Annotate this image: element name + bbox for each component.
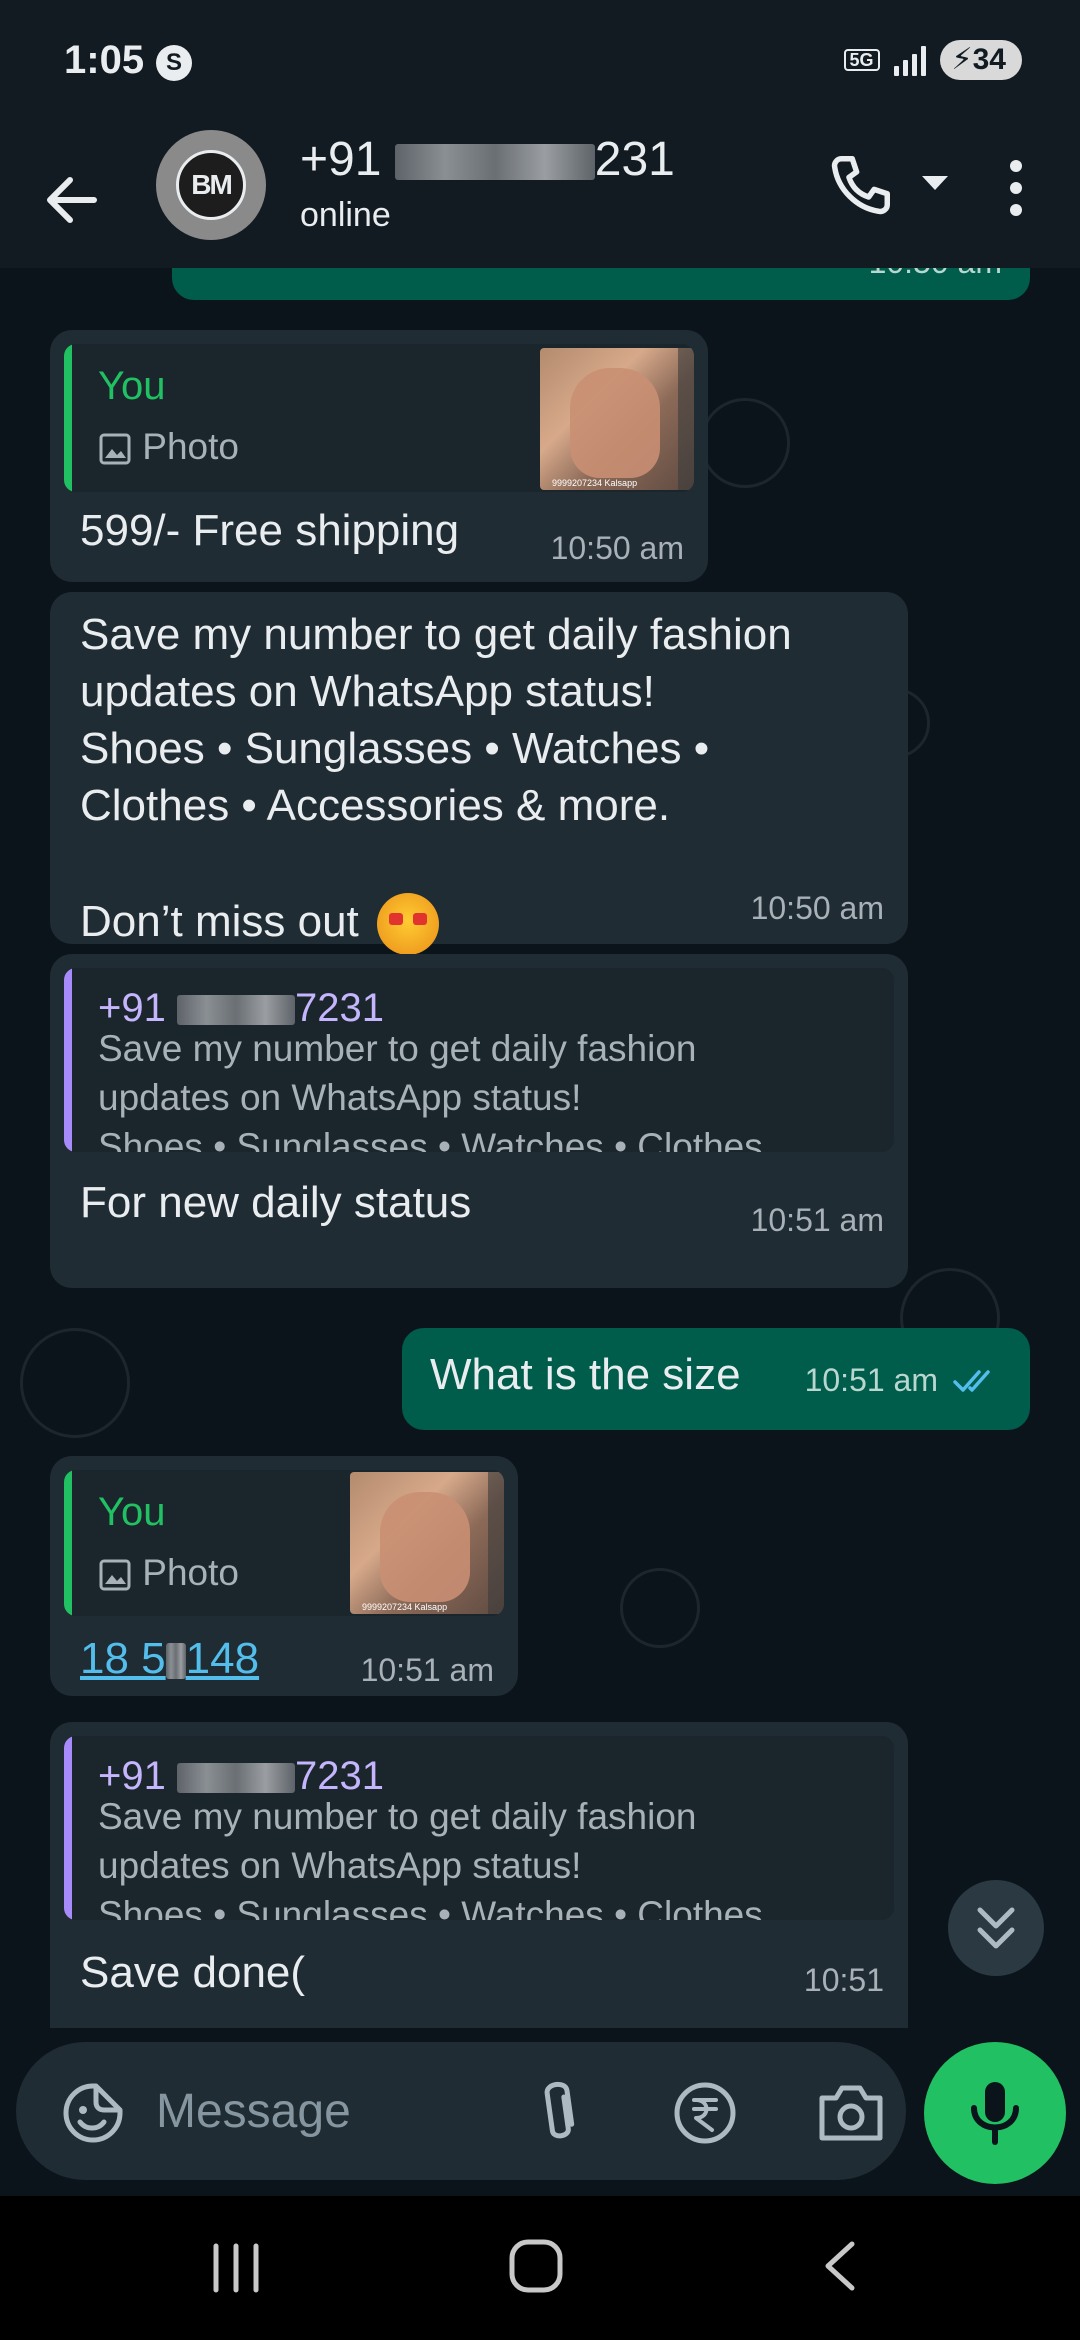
chat-header: BM +91 231 online bbox=[0, 128, 1080, 268]
call-dropdown-icon[interactable] bbox=[918, 168, 952, 198]
double-check-read-icon bbox=[953, 1370, 990, 1392]
message-bubble-incoming[interactable]: You Photo 9999207234 Kalsapp 18 5 148 10:… bbox=[50, 1456, 518, 1696]
more-options-icon[interactable] bbox=[996, 156, 1036, 220]
voice-record-button[interactable] bbox=[924, 2042, 1066, 2184]
photo-icon bbox=[99, 433, 131, 465]
message-text: What is the size bbox=[430, 1350, 741, 1399]
message-time: 10:51 am bbox=[804, 1362, 938, 1398]
message-text: Save done( bbox=[80, 1948, 306, 1997]
sticker-emoji-icon[interactable] bbox=[60, 2080, 126, 2146]
quote-photo-thumbnail: 9999207234 Kalsapp bbox=[350, 1472, 504, 1614]
message-list[interactable]: 10:50 am You Photo 9999207234 Kalsapp 59… bbox=[0, 268, 1080, 2028]
quote-photo-label-row: Photo bbox=[98, 1548, 239, 1597]
phone-number-link[interactable]: 18 5 148 bbox=[80, 1634, 259, 1684]
message-input-container[interactable] bbox=[16, 2042, 906, 2180]
system-navigation-bar bbox=[0, 2196, 1080, 2340]
status-indicators: 5G ⚡34 bbox=[843, 40, 1022, 80]
message-time: 10:50 am bbox=[869, 268, 1002, 281]
nav-back-icon[interactable] bbox=[818, 2236, 862, 2296]
quote-text: Save my number to get daily fashion upda… bbox=[98, 1796, 800, 1920]
home-icon[interactable] bbox=[506, 2236, 566, 2296]
contact-name[interactable]: +91 231 bbox=[300, 132, 675, 187]
quote-photo-thumbnail: 9999207234 Kalsapp bbox=[540, 348, 694, 490]
camera-icon[interactable] bbox=[816, 2080, 886, 2146]
rupee-payment-icon[interactable] bbox=[672, 2080, 738, 2146]
quoted-message[interactable]: You Photo 9999207234 Kalsapp bbox=[64, 344, 694, 492]
message-text-line: Don’t miss out bbox=[80, 836, 439, 956]
quote-photo-label-row: Photo bbox=[98, 422, 239, 471]
message-time: 10:50 am bbox=[550, 530, 684, 566]
app-notification-icon: S bbox=[156, 45, 192, 81]
message-bubble-outgoing[interactable]: What is the size 10:51 am bbox=[402, 1328, 1030, 1430]
quoted-message[interactable]: +91 7231 Save my number to get daily fas… bbox=[64, 1736, 894, 1920]
message-bubble-outgoing[interactable]: 10:50 am bbox=[172, 268, 1030, 300]
wallpaper-doodle bbox=[700, 398, 790, 488]
quoted-message[interactable]: +91 7231 Save my number to get daily fas… bbox=[64, 968, 894, 1152]
quote-label: Photo bbox=[142, 426, 239, 467]
message-input[interactable] bbox=[156, 2076, 516, 2146]
contact-number-suffix: 231 bbox=[594, 133, 675, 186]
message-time: 10:51 am bbox=[750, 1202, 884, 1238]
network-5g-icon: 5G bbox=[843, 49, 880, 71]
quote-author: You bbox=[98, 364, 166, 408]
star-struck-emoji-icon bbox=[376, 893, 439, 956]
microphone-icon bbox=[971, 2082, 1019, 2145]
wallpaper-doodle bbox=[620, 1568, 700, 1648]
recent-apps-icon[interactable] bbox=[206, 2240, 266, 2296]
battery-indicator: ⚡34 bbox=[939, 40, 1022, 80]
voice-call-icon[interactable] bbox=[826, 150, 896, 220]
message-time: 10:50 am bbox=[750, 890, 884, 926]
quote-accent-bar bbox=[64, 1736, 72, 1920]
message-bubble-incoming[interactable]: +91 7231 Save my number to get daily fas… bbox=[50, 1722, 908, 2028]
quoted-message[interactable]: You Photo 9999207234 Kalsapp bbox=[64, 1470, 504, 1616]
photo-icon bbox=[99, 1559, 131, 1591]
status-time: 1:05 bbox=[64, 38, 145, 82]
scroll-to-bottom-button[interactable] bbox=[948, 1880, 1044, 1976]
redacted-number bbox=[394, 144, 595, 181]
quote-author: You bbox=[98, 1490, 166, 1534]
status-bar: 1:05 S 5G ⚡34 bbox=[0, 0, 1080, 128]
quote-accent-bar bbox=[64, 344, 72, 492]
message-time: 10:51 am bbox=[360, 1652, 494, 1688]
quote-text: Save my number to get daily fashion upda… bbox=[98, 1028, 800, 1152]
message-time: 10:51 bbox=[803, 1962, 884, 1998]
charging-icon: ⚡ bbox=[951, 43, 973, 76]
message-text: Save my number to get daily fashion upda… bbox=[80, 610, 792, 830]
message-text: 599/- Free shipping bbox=[80, 506, 460, 555]
back-arrow-icon[interactable] bbox=[40, 168, 104, 232]
contact-status: online bbox=[300, 196, 391, 234]
contact-country-code: +91 bbox=[300, 133, 382, 186]
message-composer bbox=[0, 2028, 1080, 2190]
message-text: For new daily status bbox=[80, 1178, 472, 1227]
message-bubble-incoming[interactable]: Save my number to get daily fashion upda… bbox=[50, 592, 908, 956]
message-bubble-incoming[interactable]: You Photo 9999207234 Kalsapp 599/- Free … bbox=[50, 330, 708, 582]
signal-strength-icon bbox=[893, 44, 926, 76]
battery-level: 34 bbox=[972, 43, 1006, 76]
quote-accent-bar bbox=[64, 1470, 72, 1616]
attach-paperclip-icon[interactable] bbox=[526, 2078, 590, 2148]
quote-accent-bar bbox=[64, 968, 72, 1152]
double-chevron-down-icon bbox=[977, 1907, 1015, 1949]
wallpaper-doodle bbox=[20, 1328, 130, 1438]
avatar-logo[interactable]: BM bbox=[176, 150, 246, 220]
message-bubble-incoming[interactable]: +91 7231 Save my number to get daily fas… bbox=[50, 954, 908, 1288]
quote-label: Photo bbox=[142, 1552, 239, 1593]
